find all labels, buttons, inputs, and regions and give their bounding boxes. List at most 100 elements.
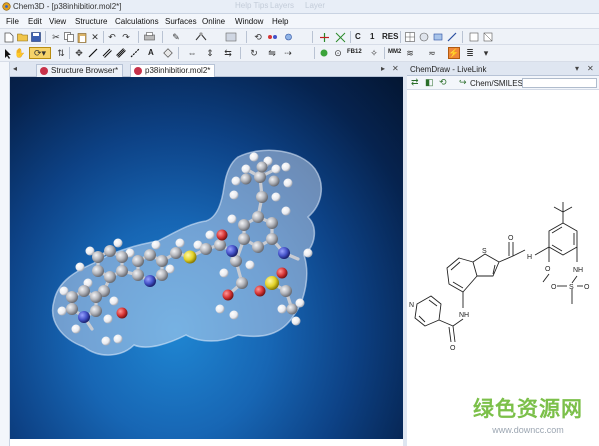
- cut-icon[interactable]: ✂: [50, 31, 62, 43]
- sulfonyl-oxygen-atom-2: [276, 267, 288, 279]
- rotate-y-icon[interactable]: ⇕: [204, 47, 216, 59]
- rotate-z-icon[interactable]: ⇆: [222, 47, 234, 59]
- minimize-icon[interactable]: [318, 47, 330, 59]
- smiles-label: Chem/SMILES:: [470, 79, 526, 88]
- move-icon[interactable]: ✥: [73, 47, 85, 59]
- charge-icon[interactable]: ≂: [426, 47, 438, 59]
- select-arrow-icon[interactable]: [2, 47, 14, 59]
- tab-close-icon[interactable]: ✕: [392, 64, 399, 73]
- menu-window[interactable]: Window: [235, 17, 263, 26]
- display-mode-icon[interactable]: [468, 31, 480, 43]
- model-display-icon[interactable]: [195, 31, 207, 43]
- paste-icon[interactable]: [76, 31, 88, 43]
- save-icon[interactable]: [30, 31, 42, 43]
- livelink-title: ChemDraw - LiveLink: [410, 65, 487, 74]
- window-title: Chem3D - [p38inhibitior.mol2*]: [13, 2, 122, 11]
- sync-icon[interactable]: ⇄: [411, 77, 419, 88]
- trackball-icon[interactable]: ⇅: [55, 47, 67, 59]
- trace-icon[interactable]: ⇢: [282, 47, 294, 59]
- indole-nitrogen-atom: [144, 275, 156, 287]
- render-icon[interactable]: [418, 31, 430, 43]
- rotate-icon[interactable]: ⟲: [252, 31, 264, 43]
- conformer-icon[interactable]: ✧: [368, 47, 380, 59]
- amide-nitrogen-atom: [226, 245, 238, 257]
- print-icon[interactable]: [143, 31, 155, 43]
- copy-icon[interactable]: [63, 31, 75, 43]
- grid-icon[interactable]: [404, 31, 416, 43]
- pencil-icon[interactable]: ✎: [170, 31, 182, 43]
- fb12-tool[interactable]: FB12: [347, 49, 362, 55]
- dynamics-icon[interactable]: ⊙: [332, 47, 344, 59]
- fit-icon[interactable]: [334, 31, 346, 43]
- menu-calculations[interactable]: Calculations: [115, 17, 159, 26]
- spin-icon[interactable]: ↻: [248, 47, 260, 59]
- faded-title-1: Help Tips: [235, 1, 269, 10]
- sulfonamide-nitrogen-atom: [278, 247, 290, 259]
- dropdown-icon[interactable]: ▾: [480, 47, 492, 59]
- indole-nh-label: NH: [459, 312, 469, 319]
- document-tabstrip: ◂ Structure Browser* p38inhibitior.mol2*…: [10, 62, 403, 77]
- pin-icon[interactable]: ▾: [575, 64, 579, 73]
- energy-icon[interactable]: ≋: [404, 47, 416, 59]
- site-watermark: 绿色资源网 www.downcc.com: [462, 393, 594, 435]
- mm2-tool[interactable]: MM2: [388, 49, 401, 55]
- orient-icon[interactable]: ⇋: [266, 47, 278, 59]
- link-icon[interactable]: ⟲: [439, 77, 447, 88]
- tab-list-icon[interactable]: ▸: [381, 64, 385, 73]
- menu-file[interactable]: File: [6, 17, 19, 26]
- eraser-icon[interactable]: [162, 47, 174, 59]
- rotate-tool-icon[interactable]: ⟳▾: [29, 47, 51, 59]
- molecule-3d-model[interactable]: [10, 77, 403, 439]
- menu-structure[interactable]: Structure: [75, 17, 107, 26]
- pyridine-amide-oxygen-label: O: [450, 345, 456, 352]
- menu-surfaces[interactable]: Surfaces: [165, 17, 197, 26]
- axes-icon[interactable]: [318, 31, 330, 43]
- tab-label: p38inhibitior.mol2*: [145, 66, 211, 75]
- livelink-toolbar: ⇄ ◧ ⟲ ↪ Chem/SMILES:: [407, 76, 599, 90]
- surface-icon[interactable]: [432, 31, 444, 43]
- residue-tool[interactable]: RES: [382, 32, 398, 41]
- smiles-arrow-icon[interactable]: ↪: [459, 77, 467, 88]
- chemdraw-icon[interactable]: ◧: [425, 77, 434, 88]
- structure-browser-tab-icon: [40, 67, 48, 75]
- panel-close-icon[interactable]: ✕: [587, 64, 594, 73]
- double-bond-icon[interactable]: [101, 47, 113, 59]
- color-icon[interactable]: [225, 31, 237, 43]
- title-bar: Chem3D - [p38inhibitior.mol2*] Help Tips…: [0, 0, 599, 14]
- single-bond-icon[interactable]: [87, 47, 99, 59]
- stereo-icon[interactable]: [482, 31, 494, 43]
- smiles-input[interactable]: [522, 78, 597, 88]
- triple-bond-icon[interactable]: [115, 47, 127, 59]
- watermark-url: www.downcc.com: [492, 425, 564, 435]
- rotate-x-icon[interactable]: ⇔: [186, 47, 198, 59]
- carbon-tool[interactable]: C: [355, 32, 361, 41]
- clear-icon[interactable]: ✕: [89, 31, 101, 43]
- livelink-panel: ChemDraw - LiveLink ▾ ✕ ⇄ ◧ ⟲ ↪ Chem/SMI…: [407, 62, 599, 446]
- menu-edit[interactable]: Edit: [28, 17, 42, 26]
- tab-p38inhibitior[interactable]: p38inhibitior.mol2*: [130, 64, 216, 77]
- tab-structure-browser[interactable]: Structure Browser*: [36, 64, 124, 77]
- lightning-icon[interactable]: ⚡: [448, 47, 460, 59]
- measure-icon[interactable]: [446, 31, 458, 43]
- dummy-bond-icon[interactable]: [129, 47, 141, 59]
- tab-scroll-left-icon[interactable]: ◂: [13, 64, 17, 73]
- property-icon[interactable]: ≣: [464, 47, 476, 59]
- sulfonyl-oxygen-left-label: O: [551, 284, 557, 291]
- atom-icon[interactable]: [282, 31, 294, 43]
- bond-icon[interactable]: [266, 31, 278, 43]
- 3d-model-viewport[interactable]: [10, 77, 403, 439]
- open-folder-icon[interactable]: [16, 31, 28, 43]
- amide-oxygen-label: O: [508, 235, 514, 242]
- pyridine-nitrogen-atom: [78, 311, 90, 323]
- redo-icon[interactable]: ↷: [120, 31, 132, 43]
- number-tool[interactable]: 1: [370, 32, 374, 41]
- undo-icon[interactable]: ↶: [106, 31, 118, 43]
- hand-icon[interactable]: ✋: [14, 47, 26, 59]
- new-file-icon[interactable]: [3, 31, 15, 43]
- menu-view[interactable]: View: [49, 17, 66, 26]
- sulfonyl-label: S: [569, 284, 574, 291]
- menu-online[interactable]: Online: [202, 17, 225, 26]
- text-tool[interactable]: A: [148, 48, 154, 57]
- menu-help[interactable]: Help: [272, 17, 288, 26]
- pyridine-n-label: N: [409, 302, 414, 309]
